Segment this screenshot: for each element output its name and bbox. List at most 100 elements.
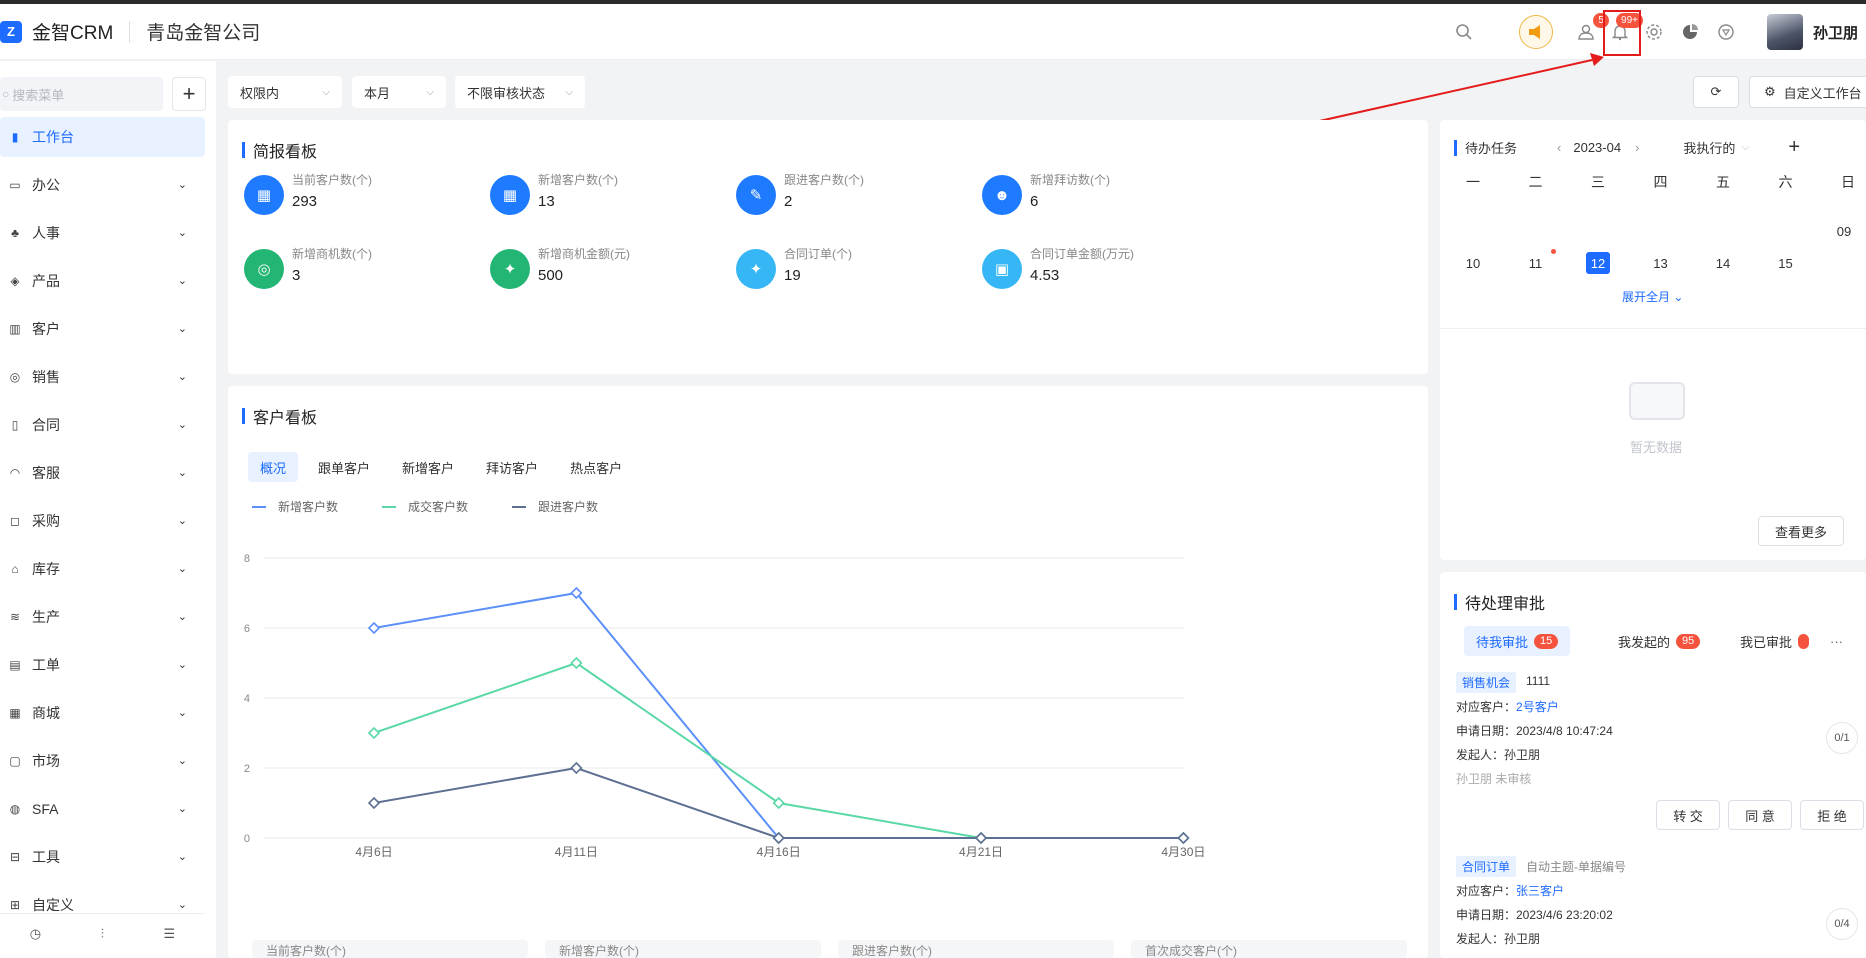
period-select[interactable]: 本月 ⌵ xyxy=(352,76,446,108)
sidebar-item[interactable]: ◍ SFA ⌄ xyxy=(0,789,205,829)
settings-icon[interactable] xyxy=(1641,19,1667,45)
agree-button[interactable]: 同 意 xyxy=(1728,800,1792,830)
calendar-day[interactable]: 10 xyxy=(1461,252,1485,274)
tab-initiated[interactable]: 我发起的 95 xyxy=(1618,626,1701,656)
tab-2[interactable]: 新增客户 xyxy=(390,452,466,482)
add-menu-button[interactable]: + xyxy=(172,77,206,111)
customize-workbench-button[interactable]: ⚙ 自定义工作台 xyxy=(1749,76,1866,108)
legend-label: 新增客户数 xyxy=(278,500,339,514)
sidebar-item[interactable]: ▯ 合同 ⌄ xyxy=(0,405,205,445)
reject-button[interactable]: 拒 绝 xyxy=(1800,800,1864,830)
stat-card[interactable]: ✎ 跟进客户数(个) 2 xyxy=(736,171,996,215)
stat-card[interactable]: ▦ 新增客户数(个) 13 xyxy=(490,171,750,215)
sales-icon: ◎ xyxy=(9,370,21,384)
transfer-button[interactable]: 转 交 xyxy=(1656,800,1720,830)
summary-card[interactable]: 当前客户数(个) xyxy=(252,940,528,958)
sidebar-item[interactable]: ⊟ 工具 ⌄ xyxy=(0,837,205,877)
sidebar-item[interactable]: ⌂ 库存 ⌄ xyxy=(0,549,205,589)
stat-value: 4.53 xyxy=(1030,267,1060,284)
approval-subject[interactable]: 1111 xyxy=(1526,674,1550,688)
todo-filter[interactable]: 我执行的 xyxy=(1683,138,1735,157)
calendar-day[interactable]: 14 xyxy=(1711,252,1735,274)
expand-month-link[interactable]: 展开全月 ⌄ xyxy=(1622,288,1683,305)
view-more-button[interactable]: 查看更多 xyxy=(1758,516,1844,546)
sidebar-item[interactable]: ◻ 采购 ⌄ xyxy=(0,501,205,541)
calendar-day[interactable]: 09 xyxy=(1832,220,1856,242)
avatar[interactable] xyxy=(1766,14,1803,50)
sidebar-item-label: 工具 xyxy=(32,849,60,865)
chevron-down-icon: ⌄ xyxy=(177,323,187,335)
sidebar-item[interactable]: ▢ 市场 ⌄ xyxy=(0,741,205,781)
compass-icon[interactable] xyxy=(1713,19,1739,45)
sidebar-item[interactable]: ▭ 办公 ⌄ xyxy=(0,165,205,205)
empty-text: 暂无数据 xyxy=(1630,440,1683,455)
customer-link[interactable]: 2号客户 xyxy=(1516,700,1559,714)
sidebar-item[interactable]: ♣ 人事 ⌄ xyxy=(0,213,205,253)
user-name[interactable]: 孙卫朋 xyxy=(1813,22,1858,43)
legend-item[interactable]: 新增客户数 xyxy=(252,498,338,515)
legend-item[interactable]: 成交客户数 xyxy=(382,498,468,515)
stat-card[interactable]: ✦ 合同订单(个) 19 xyxy=(736,245,996,289)
tab-0[interactable]: 概况 xyxy=(248,452,299,482)
customer-link[interactable]: 张三客户 xyxy=(1516,884,1564,898)
next-month-icon[interactable]: › xyxy=(1635,140,1639,155)
sidebar-item[interactable]: ▦ 商城 ⌄ xyxy=(0,693,205,733)
data-point xyxy=(570,761,583,775)
summary-card[interactable]: 新增客户数(个) xyxy=(545,940,821,958)
stat-card[interactable]: ✦ 新增商机金额(元) 500 xyxy=(490,245,750,289)
approval-subject[interactable]: 自动主题-单据编号 xyxy=(1526,858,1626,875)
refresh-button[interactable]: ⟳ xyxy=(1693,76,1739,108)
stat-card[interactable]: ▣ 合同订单金额(万元) 4.53 xyxy=(982,245,1242,289)
tab-4[interactable]: 热点客户 xyxy=(558,452,634,482)
collapse-menu-icon[interactable]: ☰ xyxy=(164,926,176,942)
purchase-icon: ◻ xyxy=(10,514,20,528)
add-todo-button[interactable]: + xyxy=(1788,136,1800,159)
month-label[interactable]: 2023-04 xyxy=(1573,140,1621,155)
sidebar-item[interactable]: ◠ 客服 ⌄ xyxy=(0,453,205,493)
sidebar-item[interactable]: ≋ 生产 ⌄ xyxy=(0,597,205,637)
calendar-day[interactable]: 12 xyxy=(1586,252,1610,274)
prev-month-icon[interactable]: ‹ xyxy=(1557,140,1561,155)
status-value: 不限审核状态 xyxy=(467,85,546,101)
count-badge xyxy=(1798,633,1810,649)
menu-search-input[interactable]: ○ 搜索菜单 xyxy=(0,77,163,111)
company-name[interactable]: 青岛金智公司 xyxy=(146,18,260,45)
calendar-day[interactable]: 11 xyxy=(1524,252,1548,274)
message-icon[interactable]: 5 xyxy=(1573,13,1609,45)
office-icon: ▭ xyxy=(9,178,21,192)
sidebar-item[interactable]: ▥ 客户 ⌄ xyxy=(0,309,205,349)
sidebar-item-label: 生产 xyxy=(32,609,60,625)
legend-swatch xyxy=(252,505,266,508)
sidebar-item[interactable]: ▮ 工作台 xyxy=(0,117,205,157)
production-icon: ≋ xyxy=(9,610,21,624)
org-icon: ♣ xyxy=(11,226,19,240)
announcement-icon[interactable] xyxy=(1518,15,1553,49)
calendar-day[interactable]: 13 xyxy=(1649,252,1673,274)
toolbox-icon: ⊟ xyxy=(9,850,21,864)
sidebar-item[interactable]: ▤ 工单 ⌄ xyxy=(0,645,205,685)
grid-icon: ⊞ xyxy=(9,898,21,912)
legend-item[interactable]: 跟进客户数 xyxy=(512,498,598,515)
summary-card[interactable]: 跟进客户数(个) xyxy=(838,940,1114,958)
stat-card[interactable]: ◎ 新增商机数(个) 3 xyxy=(244,245,504,289)
summary-card[interactable]: 首次成交客户(个) xyxy=(1131,940,1407,958)
stat-value: 6 xyxy=(1030,193,1039,210)
status-select[interactable]: 不限审核状态 ⌵ xyxy=(455,76,585,108)
scope-select[interactable]: 权限内 ⌵ xyxy=(228,76,342,108)
tab-3[interactable]: 拜访客户 xyxy=(474,452,550,482)
pie-chart-icon[interactable] xyxy=(1677,19,1703,45)
annotation-arrow xyxy=(1314,53,1604,123)
stat-card[interactable]: ☻ 新增拜访数(个) 6 xyxy=(982,171,1242,215)
search-icon[interactable] xyxy=(1451,19,1477,45)
tab-pending-approval[interactable]: 待我审批 15 xyxy=(1464,626,1571,656)
weekday-label: 五 xyxy=(1716,174,1730,190)
sidebar-item[interactable]: ◎ 销售 ⌄ xyxy=(0,357,205,397)
tab-approved[interactable]: 我已审批 xyxy=(1740,626,1818,656)
sidebar-item[interactable]: ◈ 产品 ⌄ xyxy=(0,261,205,301)
calendar-day[interactable]: 15 xyxy=(1774,252,1798,274)
more-tabs-button[interactable]: ··· xyxy=(1830,626,1843,656)
stat-card[interactable]: ▦ 当前客户数(个) 293 xyxy=(244,171,504,215)
history-icon[interactable]: ◷ xyxy=(30,926,41,942)
sliders-icon[interactable]: ⫶ xyxy=(101,926,104,942)
tab-1[interactable]: 跟单客户 xyxy=(306,452,382,482)
